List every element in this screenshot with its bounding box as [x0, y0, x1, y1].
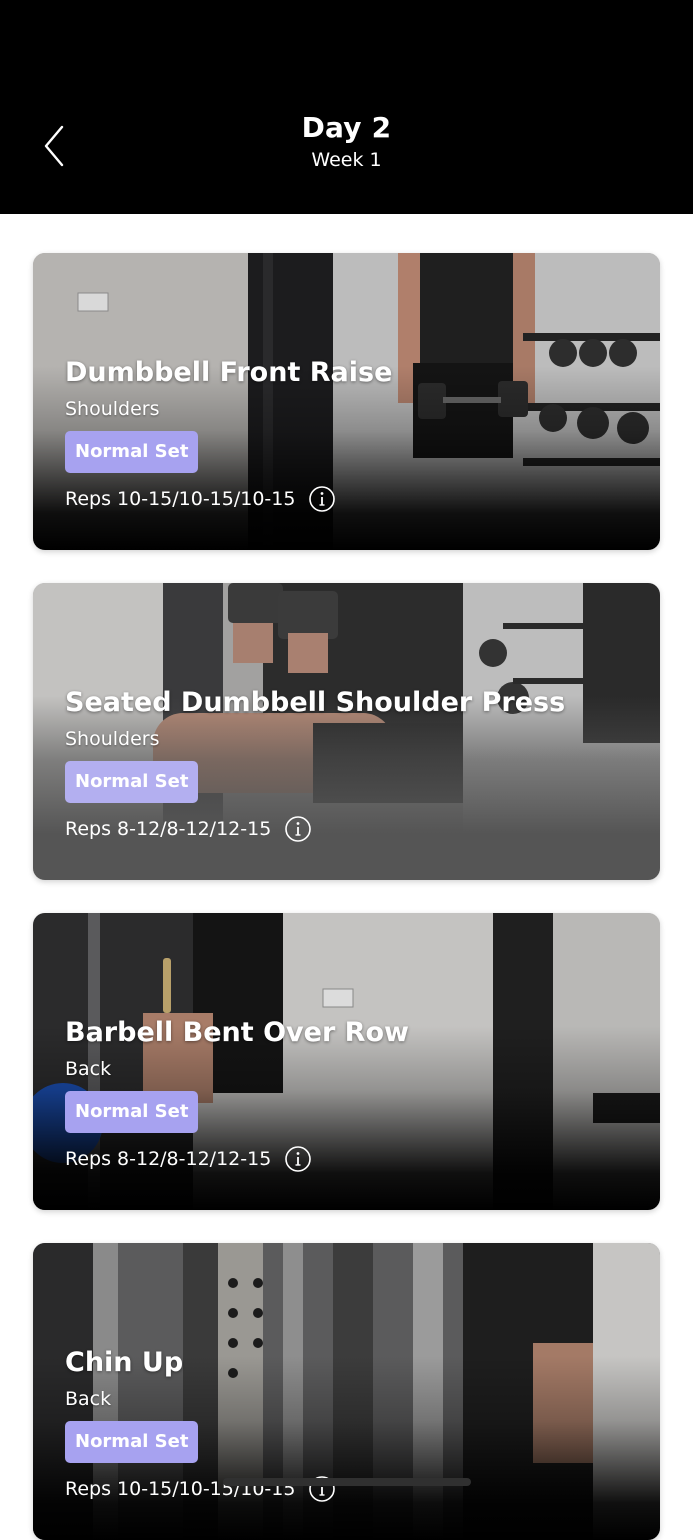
page-subtitle: Week 1	[311, 149, 382, 171]
exercise-muscle-group: Back	[65, 1058, 112, 1080]
reps-row: Reps 8-12/8-12/12-15	[65, 809, 640, 849]
card-details: Barbell Bent Over Row Back Normal Set Re…	[65, 1013, 640, 1179]
card-details: Seated Dumbbell Shoulder Press Shoulders…	[65, 683, 640, 849]
exercise-card-barbell-bent-over-row[interactable]: Barbell Bent Over Row Back Normal Set Re…	[33, 913, 660, 1210]
exercise-muscle-group: Shoulders	[65, 398, 160, 420]
exercise-name: Chin Up	[65, 1347, 184, 1378]
info-icon	[285, 1146, 312, 1172]
info-icon	[309, 486, 336, 512]
header-titles: Day 2 Week 1	[0, 110, 693, 173]
reps-text: Reps 8-12/8-12/12-15	[65, 818, 272, 840]
info-button[interactable]	[284, 815, 312, 843]
exercise-card-seated-dumbbell-shoulder-press[interactable]: Seated Dumbbell Shoulder Press Shoulders…	[33, 583, 660, 880]
reps-row: Reps 8-12/8-12/12-15	[65, 1139, 640, 1179]
exercise-name: Seated Dumbbell Shoulder Press	[65, 687, 566, 718]
exercise-muscle-group: Back	[65, 1388, 112, 1410]
card-details: Dumbbell Front Raise Shoulders Normal Se…	[65, 353, 640, 519]
set-type-badge: Normal Set	[65, 1421, 199, 1463]
reps-text: Reps 10-15/10-15/10-15	[65, 488, 296, 510]
info-button[interactable]	[308, 485, 336, 513]
exercise-card-dumbbell-front-raise[interactable]: Dumbbell Front Raise Shoulders Normal Se…	[33, 253, 660, 550]
page-title: Day 2	[301, 111, 392, 144]
exercise-muscle-group: Shoulders	[65, 728, 160, 750]
home-indicator[interactable]	[223, 1478, 471, 1486]
reps-row: Reps 10-15/10-15/10-15	[65, 1469, 640, 1509]
exercise-name: Barbell Bent Over Row	[65, 1017, 409, 1048]
reps-row: Reps 10-15/10-15/10-15	[65, 479, 640, 519]
reps-text: Reps 8-12/8-12/12-15	[65, 1148, 272, 1170]
set-type-badge: Normal Set	[65, 1091, 199, 1133]
exercise-name: Dumbbell Front Raise	[65, 357, 393, 388]
info-button[interactable]	[284, 1145, 312, 1173]
info-icon	[285, 816, 312, 842]
exercise-card-chin-up[interactable]: Chin Up Back Normal Set Reps 10-15/10-15…	[33, 1243, 660, 1540]
set-type-badge: Normal Set	[65, 431, 199, 473]
app-header: Day 2 Week 1	[0, 0, 693, 214]
set-type-badge: Normal Set	[65, 761, 199, 803]
